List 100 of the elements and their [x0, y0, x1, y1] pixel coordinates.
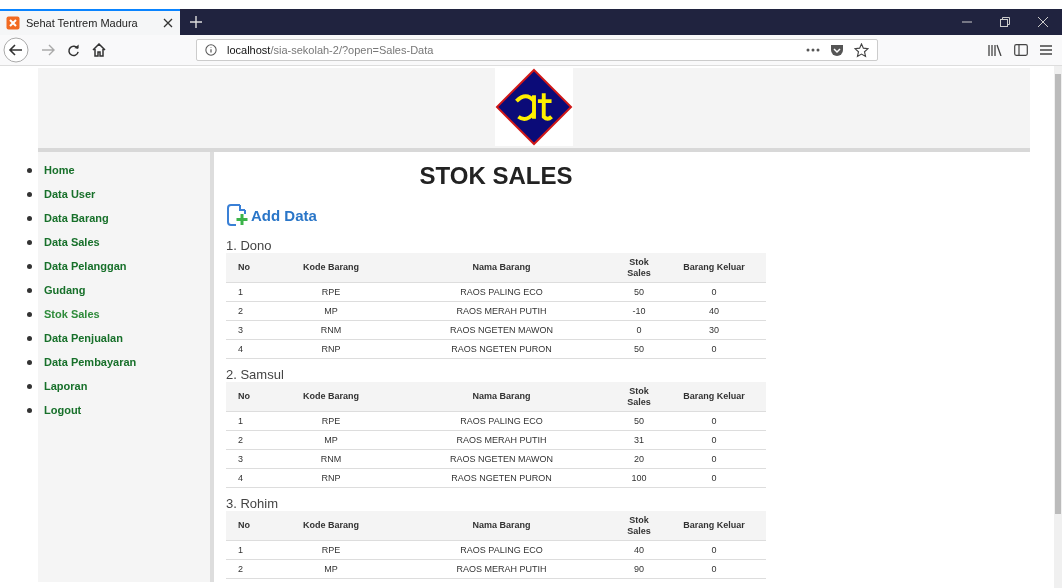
table-cell: MP: [324, 306, 338, 316]
table-cell: RAOS PALING ECO: [460, 287, 543, 297]
sales-heading: 1. Dono: [226, 238, 273, 253]
table-cell: RAOS MERAH PUTIH: [456, 435, 547, 445]
close-icon[interactable]: [1038, 17, 1048, 27]
table-cell: 90: [634, 564, 644, 574]
sidebar-link[interactable]: Gudang: [44, 284, 86, 296]
table-cell: 40: [709, 306, 719, 316]
pocket-icon[interactable]: [830, 43, 844, 57]
sidebar-link[interactable]: Data Sales: [44, 236, 100, 248]
table-cell: 50: [634, 287, 644, 297]
table-cell: 1: [238, 416, 243, 426]
table-cell: 0: [711, 473, 717, 483]
table-cell: RAOS NGETEN MAWON: [449, 325, 554, 335]
column-header: Nama Barang: [387, 382, 616, 412]
table-cell: RNM: [320, 325, 342, 335]
table-cell: 0: [636, 325, 642, 335]
table-cell: 3: [238, 325, 243, 335]
table-cell: RNP: [321, 473, 341, 483]
table-cell: 4: [238, 344, 243, 354]
table-cell: MP: [324, 435, 338, 445]
home-icon[interactable]: [92, 43, 106, 57]
column-header: Kode Barang: [275, 511, 387, 541]
table-cell: 100: [631, 473, 647, 483]
info-icon: [205, 44, 217, 56]
more-icon[interactable]: [806, 48, 820, 52]
column-header: Barang Keluar: [662, 382, 766, 412]
column-header: No: [226, 253, 275, 283]
column-header: No: [226, 382, 275, 412]
table-cell: 50: [634, 344, 644, 354]
table-cell: 2: [238, 435, 243, 445]
sidebar-link[interactable]: Data Penjualan: [44, 332, 123, 344]
table-cell: 1: [238, 287, 243, 297]
restore-icon[interactable]: [1000, 17, 1010, 27]
table-cell: 20: [634, 454, 644, 464]
favicon-icon: [6, 16, 20, 30]
column-header: Barang Keluar: [662, 511, 766, 541]
table-cell: RNM: [320, 454, 342, 464]
table-cell: RAOS MERAH PUTIH: [456, 564, 547, 574]
scrollbar[interactable]: [1054, 66, 1062, 588]
table-cell: 1: [238, 545, 243, 555]
table-cell: RAOS MERAH PUTIH: [456, 306, 547, 316]
sidebar-link[interactable]: Data Barang: [44, 212, 109, 224]
sidebar-link[interactable]: Data Pembayaran: [44, 356, 137, 368]
table-cell: RNP: [321, 344, 341, 354]
sales-heading: 3. Rohim: [226, 496, 280, 511]
table-cell: 0: [711, 435, 717, 445]
table-cell: 31: [634, 435, 644, 445]
tab-title: Sehat Tentrem Madura: [26, 17, 139, 29]
column-header: Barang Keluar: [662, 253, 766, 283]
table-cell: 2: [238, 564, 243, 574]
sidebar-link[interactable]: Stok Sales: [44, 308, 100, 320]
column-header: No: [226, 511, 275, 541]
sidebar-link[interactable]: Data User: [44, 188, 96, 200]
add-data-link[interactable]: Add Data: [226, 204, 317, 226]
bookmark-star-icon[interactable]: [854, 42, 869, 58]
table-cell: 4: [238, 473, 243, 483]
column-header: Nama Barang: [387, 253, 616, 283]
browser-tab[interactable]: Sehat Tentrem Madura: [0, 9, 180, 35]
back-icon[interactable]: [3, 37, 29, 63]
table-cell: 40: [634, 545, 644, 555]
table-cell: -10: [632, 306, 646, 316]
column-header: Stok Sales: [616, 253, 662, 283]
close-tab-icon[interactable]: [163, 18, 173, 28]
table-cell: RAOS NGETEN PURON: [451, 473, 552, 483]
table-cell: RAOS PALING ECO: [460, 545, 543, 555]
reload-icon[interactable]: [67, 43, 80, 57]
library-icon[interactable]: [988, 44, 1002, 56]
sidebar-link[interactable]: Laporan: [44, 380, 88, 392]
table-cell: 0: [711, 416, 717, 426]
column-header: Nama Barang: [387, 511, 616, 541]
page-title: STOK SALES: [418, 162, 574, 190]
column-header: Kode Barang: [275, 253, 387, 283]
table-cell: RPE: [321, 545, 341, 555]
table-cell: 2: [238, 306, 243, 316]
sidebar-link[interactable]: Data Pelanggan: [44, 260, 127, 272]
table-cell: RAOS NGETEN MAWON: [449, 454, 554, 464]
table-cell: RAOS PALING ECO: [460, 416, 543, 426]
address-bar[interactable]: localhost/sia-sekolah-2/?open=Sales-Data: [196, 39, 878, 61]
table-cell: RPE: [321, 416, 341, 426]
table-cell: 30: [709, 325, 719, 335]
table-cell: RAOS NGETEN PURON: [451, 344, 552, 354]
table-cell: 0: [711, 545, 717, 555]
sidebar-link[interactable]: Logout: [44, 404, 82, 416]
add-document-icon: [226, 204, 248, 226]
new-tab-icon[interactable]: [190, 16, 202, 28]
column-header: Stok Sales: [616, 382, 662, 412]
column-header: Kode Barang: [275, 382, 387, 412]
sidebar-link[interactable]: Home: [44, 164, 75, 176]
table-cell: 0: [711, 454, 717, 464]
sidebar-icon[interactable]: [1014, 44, 1028, 56]
menu-icon[interactable]: [1040, 44, 1052, 56]
table-cell: 0: [711, 287, 717, 297]
table-cell: 0: [711, 344, 717, 354]
column-header: Stok Sales: [616, 511, 662, 541]
table-cell: 0: [711, 564, 717, 574]
table-cell: 50: [634, 416, 644, 426]
table-cell: 3: [238, 454, 243, 464]
sales-heading: 2. Samsul: [226, 367, 285, 382]
table-cell: RPE: [321, 287, 341, 297]
